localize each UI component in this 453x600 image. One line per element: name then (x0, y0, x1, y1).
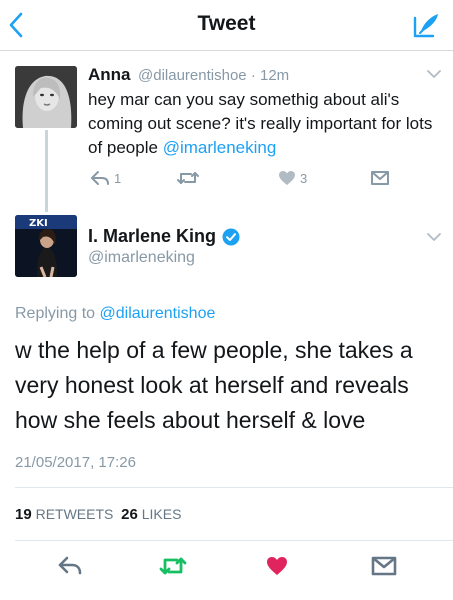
page-title: Tweet (197, 12, 256, 35)
direct-message-icon (371, 171, 389, 185)
author-handle[interactable]: @imarleneking (88, 249, 195, 267)
like-button[interactable] (265, 555, 289, 582)
direct-message-icon (371, 556, 397, 576)
author-name[interactable]: Anna (88, 65, 131, 85)
heart-icon (267, 557, 287, 575)
caret-down-icon (427, 233, 441, 241)
compose-icon (413, 14, 438, 38)
tweet-options-button[interactable] (425, 67, 443, 81)
tweet-text: w the help of a few people, she takes a … (15, 337, 413, 433)
tweet-timestamp: 21/05/2017, 17:26 (15, 454, 136, 471)
retweet-icon (177, 172, 199, 184)
compose-button[interactable] (410, 10, 442, 40)
avatar[interactable] (15, 66, 77, 128)
direct-message-button[interactable] (371, 556, 397, 581)
retweet-button[interactable] (176, 170, 204, 186)
reply-icon (91, 171, 109, 185)
retweets-stat[interactable]: 19 RETWEETS (15, 506, 114, 523)
engagement-stats: 19 RETWEETS 26 LIKES (15, 506, 181, 523)
author-name[interactable]: I. Marlene King (88, 226, 216, 247)
reply-button[interactable]: 1 (90, 170, 121, 186)
mention-link[interactable]: @imarleneking (163, 138, 277, 157)
reply-count: 1 (114, 170, 122, 186)
divider (15, 487, 453, 488)
like-button[interactable]: 3 (278, 170, 307, 186)
likes-stat[interactable]: 26 LIKES (121, 506, 182, 523)
replying-label: Replying to (15, 305, 96, 322)
author-handle[interactable]: @dilaurentishoe (138, 67, 247, 84)
direct-message-button[interactable] (370, 170, 390, 186)
reply-button[interactable] (58, 555, 82, 580)
tweet-options-button[interactable] (425, 230, 443, 244)
likes-count: 26 (121, 506, 138, 523)
author-handle-time: @dilaurentishoe · 12m (138, 67, 289, 84)
likes-label: LIKES (141, 506, 182, 522)
thread-connector (45, 130, 48, 212)
tweet-time: 12m (259, 67, 290, 84)
heart-icon (279, 171, 295, 185)
svg-text:ZKI: ZKI (29, 218, 48, 229)
verified-icon (222, 228, 240, 245)
replying-to: Replying to @dilaurentishoe (15, 305, 215, 323)
author-name-row: I. Marlene King (88, 226, 240, 247)
retweets-count: 19 (15, 506, 32, 523)
retweet-button[interactable] (158, 555, 188, 582)
divider (15, 540, 453, 541)
caret-down-icon (427, 70, 441, 78)
avatar[interactable]: ZKI (15, 215, 77, 277)
tweet-text: hey mar can you say somethig about ali's… (88, 88, 443, 160)
retweets-label: RETWEETS (35, 506, 114, 522)
like-count: 3 (300, 170, 308, 186)
reply-icon (58, 556, 82, 575)
replying-handle[interactable]: @dilaurentishoe (100, 305, 216, 322)
time-separator: · (250, 67, 256, 84)
retweet-icon (159, 557, 187, 575)
